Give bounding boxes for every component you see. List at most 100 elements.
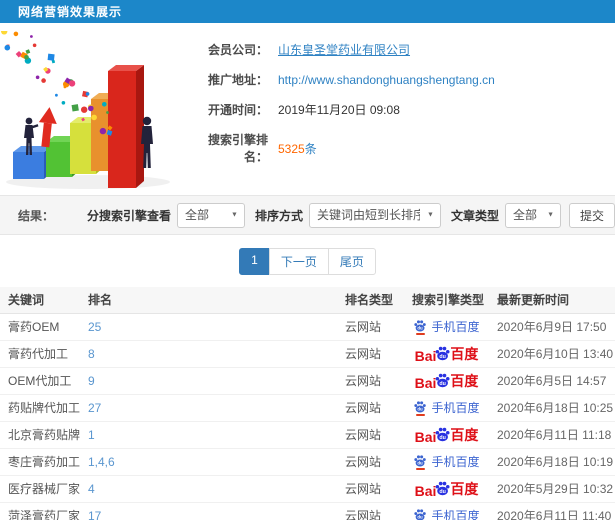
filter-bar: 结果： 分搜索引擎查看 全部 排序方式 关键词由短到长排序 文章类型 全部 提交	[0, 195, 615, 235]
mobile-baidu-label: 手机百度	[431, 320, 480, 334]
cell-rank: 4	[80, 475, 337, 503]
svg-text:du: du	[440, 353, 446, 359]
submit-button[interactable]: 提交	[569, 202, 615, 228]
last-page-button[interactable]: 尾页	[327, 248, 376, 275]
cell-updated: 2020年5月29日 10:32	[489, 475, 615, 503]
cell-keyword: 枣庄膏药加工	[0, 448, 80, 476]
page-1-button[interactable]: 1	[239, 248, 270, 275]
next-page-button[interactable]: 下一页	[268, 248, 329, 275]
rank-count-suffix: 条	[304, 141, 317, 156]
cell-rank: 1	[80, 421, 337, 449]
baidu-paw-icon: du	[414, 508, 427, 520]
baidu-logo: Bai du 百度	[415, 371, 479, 391]
cell-updated: 2020年6月5日 14:57	[489, 367, 615, 395]
cell-updated: 2020年6月11日 11:40	[489, 502, 615, 520]
mobile-baidu-badge: du 手机百度	[413, 507, 480, 520]
mobile-baidu-label: 手机百度	[431, 455, 480, 469]
engine-select[interactable]: 全部	[176, 202, 245, 228]
cell-rank-type: 云网站	[337, 313, 404, 341]
mobile-baidu-underline	[415, 467, 425, 470]
svg-text:du: du	[440, 380, 446, 386]
rank-count-value: 5325条	[278, 140, 317, 157]
svg-text:du: du	[440, 434, 446, 440]
rank-link[interactable]: 17	[88, 509, 101, 520]
baidu-logo-paw: du	[434, 372, 451, 392]
cell-engine: du 手机百度	[404, 394, 489, 422]
table-row: OEM代加工 9 云网站 Bai du 百度 2020年6月5日 14:57	[0, 367, 615, 395]
mobile-baidu-paw: du	[413, 454, 427, 470]
cell-rank: 17	[80, 502, 337, 520]
baidu-paw-icon: du	[414, 319, 427, 332]
pagination-wrap: 1 下一页 尾页	[0, 235, 615, 287]
cell-keyword: 药贴牌代加工	[0, 394, 80, 422]
cell-keyword: OEM代加工	[0, 367, 80, 395]
svg-text:du: du	[440, 488, 446, 494]
sort-filter-label: 排序方式	[254, 208, 303, 223]
cell-engine: du 手机百度	[404, 313, 489, 341]
company-link[interactable]: 山东皇圣堂药业有限公司	[278, 41, 410, 58]
cell-updated: 2020年6月18日 10:25	[489, 394, 615, 422]
col-header-engine-type: 搜索引擎类型	[404, 287, 489, 314]
rank-link[interactable]: 1,4,6	[88, 455, 115, 469]
article-select-wrap: 全部	[505, 202, 561, 228]
engine-select-wrap: 全部	[176, 202, 245, 228]
cell-rank: 9	[80, 367, 337, 395]
svg-text:du: du	[418, 325, 424, 330]
table-header-row: 关键词 排名 排名类型 搜索引擎类型 最新更新时间	[0, 287, 615, 314]
baidu-logo-paw: du	[434, 345, 451, 365]
baidu-logo-cn: 百度	[450, 480, 479, 497]
col-header-rank-type: 排名类型	[337, 287, 404, 314]
cell-keyword: 菏泽膏药厂家	[0, 502, 80, 520]
baidu-paw-icon: du	[436, 427, 450, 441]
open-time-label: 开通时间：	[207, 103, 268, 117]
cell-keyword: 北京膏药贴牌	[0, 421, 80, 449]
cell-updated: 2020年6月11日 11:18	[489, 421, 615, 449]
cell-keyword: 膏药OEM	[0, 313, 80, 341]
pagination: 1 下一页 尾页	[239, 248, 376, 275]
promotion-url-link[interactable]: http://www.shandonghuangshengtang.cn	[278, 73, 495, 87]
mobile-baidu-label: 手机百度	[431, 509, 480, 520]
company-label: 会员公司：	[207, 43, 268, 57]
result-label: 结果：	[18, 208, 55, 223]
rank-link[interactable]: 4	[88, 482, 95, 496]
rank-link[interactable]: 27	[88, 401, 101, 415]
cell-engine: Bai du 百度	[404, 421, 489, 449]
rank-link[interactable]: 1	[88, 428, 95, 442]
cell-rank-type: 云网站	[337, 502, 404, 520]
baidu-logo-cn: 百度	[450, 372, 479, 389]
cell-rank: 27	[80, 394, 337, 422]
cell-rank-type: 云网站	[337, 448, 404, 476]
rank-link[interactable]: 9	[88, 374, 95, 388]
cell-rank: 1,4,6	[80, 448, 337, 476]
col-header-keyword: 关键词	[0, 287, 80, 314]
baidu-paw-icon: du	[436, 481, 450, 495]
table-row: 膏药OEM 25 云网站 du 手机百度 2020年6月9日 17:50	[0, 313, 615, 341]
baidu-logo-paw: du	[434, 426, 451, 446]
cell-rank: 8	[80, 340, 337, 368]
sort-select[interactable]: 关键词由短到长排序	[308, 202, 441, 228]
cell-keyword: 医疗器械厂家	[0, 475, 80, 503]
cell-engine: du 手机百度	[404, 448, 489, 476]
info-row-rank-count: 搜索引擎排名： 5325条	[190, 125, 495, 172]
mobile-baidu-badge: du 手机百度	[413, 453, 480, 470]
cell-updated: 2020年6月18日 10:19	[489, 448, 615, 476]
baidu-logo-bai: Bai	[414, 428, 437, 445]
svg-text:du: du	[418, 406, 424, 411]
svg-text:du: du	[418, 460, 424, 465]
baidu-paw-icon: du	[436, 373, 450, 387]
baidu-logo: Bai du 百度	[415, 425, 479, 445]
svg-text:du: du	[418, 514, 424, 519]
filter-controls: 分搜索引擎查看 全部 排序方式 关键词由短到长排序 文章类型 全部 提交	[77, 202, 615, 228]
rank-count-label: 搜索引擎排名：	[207, 133, 268, 164]
profile-section: 会员公司： 山东皇圣堂药业有限公司 推广地址： http://www.shand…	[0, 23, 615, 195]
table-row: 枣庄膏药加工 1,4,6 云网站 du 手机百度 2020年6月18日 10:19	[0, 448, 615, 476]
results-table: 关键词 排名 排名类型 搜索引擎类型 最新更新时间 膏药OEM 25 云网站 du 手机…	[0, 287, 615, 520]
rank-link[interactable]: 25	[88, 320, 101, 334]
mobile-baidu-paw: du	[413, 319, 427, 335]
bar-red	[108, 65, 144, 188]
mobile-baidu-paw: du	[413, 508, 427, 520]
company-info: 会员公司： 山东皇圣堂药业有限公司 推广地址： http://www.shand…	[190, 31, 495, 191]
article-select[interactable]: 全部	[505, 202, 561, 228]
rank-link[interactable]: 8	[88, 347, 95, 361]
mobile-baidu-underline	[415, 413, 425, 416]
